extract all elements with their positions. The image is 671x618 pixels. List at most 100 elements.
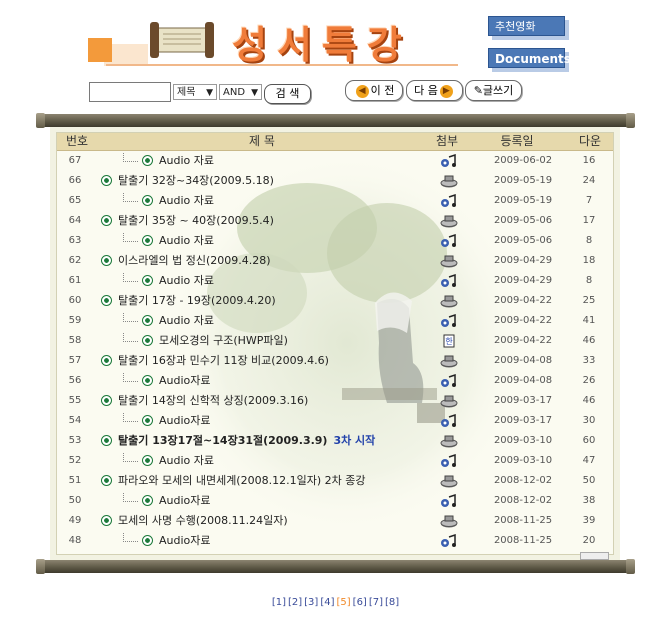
bullet-icon — [101, 354, 112, 366]
search-field-select[interactable]: 제목 ▼ — [173, 84, 217, 100]
page-link-1[interactable]: [1] — [272, 597, 286, 608]
row-number: 55 — [68, 395, 82, 406]
page-link-7[interactable]: [7] — [369, 597, 383, 608]
video-file-icon[interactable] — [439, 354, 459, 368]
row-title-link[interactable]: 탈출기 13장17절~14장31절(2009.3.9) 3차 시작 — [101, 431, 375, 451]
video-file-icon[interactable] — [439, 434, 459, 448]
bullet-icon — [142, 274, 153, 286]
video-file-icon[interactable] — [439, 254, 459, 268]
row-title-link[interactable]: 모세의 사명 수행(2008.11.24일자) — [101, 511, 288, 531]
page-link-3[interactable]: [3] — [304, 597, 318, 608]
table-row[interactable]: 66 탈출기 32장~34장(2009.5.18) 2009-05-19 24 — [57, 171, 613, 191]
prev-button[interactable]: ◀ 이 전 — [345, 80, 403, 101]
table-row[interactable]: 59 Audio 자료 2009-04-22 41 — [57, 311, 613, 331]
tree-connector-icon — [123, 152, 138, 162]
audio-file-icon[interactable] — [439, 313, 459, 328]
table-row[interactable]: 67 Audio 자료 2009-06-02 16 — [57, 151, 613, 171]
row-number: 62 — [68, 255, 82, 266]
row-title-link[interactable]: 탈출기 35장 ~ 40장(2009.5.4) — [101, 211, 274, 231]
bullet-icon — [142, 494, 153, 506]
search-input[interactable] — [89, 82, 171, 102]
col-header-num: 번호 — [65, 134, 89, 148]
row-view-count: 60 — [582, 435, 596, 446]
table-row[interactable]: 61 Audio 자료 2009-04-29 8 — [57, 271, 613, 291]
row-title-text: Audio 자료 — [159, 454, 215, 467]
row-number: 48 — [68, 535, 82, 546]
table-row[interactable]: 50 Audio자료 2008-12-02 38 — [57, 491, 613, 511]
video-file-icon[interactable] — [439, 214, 459, 228]
row-title-link[interactable]: 탈출기 32장~34장(2009.5.18) — [101, 171, 274, 191]
row-title-link[interactable]: 탈출기 16장과 민수기 11장 비교(2009.4.6) — [101, 351, 329, 371]
row-title-link[interactable]: Audio 자료 — [101, 151, 214, 171]
table-row[interactable]: 62 이스라엘의 법 정신(2009.4.28) 2009-04-29 18 — [57, 251, 613, 271]
row-title-link[interactable]: Audio 자료 — [101, 231, 214, 251]
table-row[interactable]: 65 Audio 자료 2009-05-19 7 — [57, 191, 613, 211]
row-title-link[interactable]: Audio자료 — [101, 411, 211, 431]
audio-file-icon[interactable] — [439, 373, 459, 388]
table-row[interactable]: 54 Audio자료 2009-03-17 30 — [57, 411, 613, 431]
page-link-6[interactable]: [6] — [353, 597, 367, 608]
search-button[interactable]: 검 색 — [264, 84, 311, 104]
tree-connector-icon — [123, 372, 138, 382]
video-file-icon[interactable] — [439, 394, 459, 408]
row-title-link[interactable]: Audio 자료 — [101, 191, 214, 211]
audio-file-icon[interactable] — [439, 193, 459, 208]
row-number: 57 — [68, 355, 82, 366]
row-title-link[interactable]: Audio 자료 — [101, 271, 214, 291]
tree-connector-icon — [123, 192, 138, 202]
row-title-link[interactable]: 모세오경의 구조(HWP파일) — [101, 331, 288, 351]
audio-file-icon[interactable] — [439, 533, 459, 548]
row-title-link[interactable]: Audio자료 — [101, 531, 211, 551]
row-date: 2008-11-25 — [493, 515, 553, 526]
row-date: 2009-03-10 — [493, 455, 553, 466]
row-title-link[interactable]: 파라오와 모세의 내면세계(2008.12.1일자) 2차 종강 — [101, 471, 365, 491]
table-row[interactable]: 57 탈출기 16장과 민수기 11장 비교(2009.4.6) 2009-04-0… — [57, 351, 613, 371]
video-file-icon[interactable] — [439, 174, 459, 188]
row-title-link[interactable]: 이스라엘의 법 정신(2009.4.28) — [101, 251, 271, 271]
row-view-count: 38 — [582, 495, 596, 506]
page-link-8[interactable]: [8] — [385, 597, 399, 608]
page-link-2[interactable]: [2] — [288, 597, 302, 608]
page-link-4[interactable]: [4] — [320, 597, 334, 608]
horizontal-scrollbar[interactable] — [580, 552, 609, 560]
row-title-text: 탈출기 17장 - 19장(2009.4.20) — [118, 294, 276, 307]
audio-file-icon[interactable] — [439, 273, 459, 288]
scroll-rod-bottom — [40, 560, 630, 573]
row-title-link[interactable]: Audio 자료 — [101, 451, 214, 471]
documents-button[interactable]: Documents — [488, 48, 571, 68]
row-view-count: 50 — [582, 475, 596, 486]
table-row[interactable]: 64 탈출기 35장 ~ 40장(2009.5.4) 2009-05-06 17 — [57, 211, 613, 231]
row-title-link[interactable]: Audio자료 — [101, 491, 211, 511]
audio-file-icon[interactable] — [439, 153, 459, 168]
audio-file-icon[interactable] — [439, 413, 459, 428]
table-row[interactable]: 56 Audio자료 2009-04-08 26 — [57, 371, 613, 391]
video-file-icon[interactable] — [439, 294, 459, 308]
hwp-file-icon[interactable]: 한 — [439, 334, 459, 348]
row-title-link[interactable]: Audio 자료 — [101, 311, 214, 331]
table-row[interactable]: 48 Audio자료 2008-11-25 20 — [57, 531, 613, 551]
write-button[interactable]: ✎글쓰기 — [465, 80, 522, 101]
table-row[interactable]: 55 탈출기 14장의 신학적 상징(2009.3.16) 2009-03-17 46 — [57, 391, 613, 411]
video-file-icon[interactable] — [439, 474, 459, 488]
row-title-link[interactable]: Audio자료 — [101, 371, 211, 391]
table-row[interactable]: 53 탈출기 13장17절~14장31절(2009.3.9) 3차 시작 2009-0… — [57, 431, 613, 451]
table-row[interactable]: 60 탈출기 17장 - 19장(2009.4.20) 2009-04-22 25 — [57, 291, 613, 311]
audio-file-icon[interactable] — [439, 453, 459, 468]
table-row[interactable]: 52 Audio 자료 2009-03-10 47 — [57, 451, 613, 471]
page-link-5[interactable]: [5] — [337, 597, 351, 608]
table-row[interactable]: 51 파라오와 모세의 내면세계(2008.12.1일자) 2차 종강 2008-1… — [57, 471, 613, 491]
search-logic-select[interactable]: AND ▼ — [219, 84, 262, 100]
table-row[interactable]: 58 모세오경의 구조(HWP파일) 한 2009-04-22 46 — [57, 331, 613, 351]
next-button[interactable]: 다 음 ▶ — [406, 80, 463, 101]
audio-file-icon[interactable] — [439, 233, 459, 248]
row-date: 2009-05-06 — [493, 215, 553, 226]
row-number: 58 — [68, 335, 82, 346]
audio-file-icon[interactable] — [439, 493, 459, 508]
row-title-link[interactable]: 탈출기 14장의 신학적 상징(2009.3.16) — [101, 391, 308, 411]
video-file-icon[interactable] — [439, 514, 459, 528]
row-title-link[interactable]: 탈출기 17장 - 19장(2009.4.20) — [101, 291, 276, 311]
recommend-movie-button[interactable]: 추천영화 — [488, 16, 565, 36]
table-row[interactable]: 63 Audio 자료 2009-05-06 8 — [57, 231, 613, 251]
table-row[interactable]: 49 모세의 사명 수행(2008.11.24일자) 2008-11-25 39 — [57, 511, 613, 531]
row-number: 64 — [68, 215, 82, 226]
